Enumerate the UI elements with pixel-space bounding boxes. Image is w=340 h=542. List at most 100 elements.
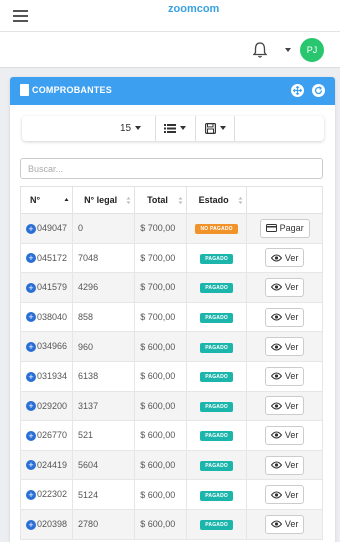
expand-row-icon[interactable]: + xyxy=(26,371,36,382)
document-icon xyxy=(20,84,29,96)
cell-total: $ 700,00 xyxy=(134,213,187,244)
cell-total: $ 600,00 xyxy=(134,420,187,451)
expand-row-icon[interactable]: + xyxy=(26,401,36,412)
refresh-icon[interactable] xyxy=(312,84,325,97)
row-number: 049047 xyxy=(37,222,68,233)
view-button[interactable]: Ver xyxy=(264,307,305,327)
cell-status: PAGADO xyxy=(185,301,248,333)
eye-icon xyxy=(270,520,282,528)
expand-row-icon[interactable]: + xyxy=(26,519,36,530)
expand-row-icon[interactable]: + xyxy=(26,430,36,441)
column-header-total[interactable]: Total xyxy=(134,186,187,214)
cell-status: PAGADO xyxy=(185,508,248,540)
row-number: 041579 xyxy=(37,282,68,293)
brand-logo[interactable]: zoomcom xyxy=(168,3,220,27)
table-row: +022302 5124 $ 600,00 PAGADO Ver xyxy=(19,479,323,510)
row-number: 045172 xyxy=(37,252,68,263)
table-row: +041579 4296 $ 700,00 PAGADO Ver xyxy=(19,272,323,303)
expand-row-icon[interactable]: + xyxy=(26,341,36,352)
eye-icon xyxy=(270,372,282,380)
panel-title: COMPROBANTES xyxy=(32,85,112,95)
status-badge: NO PAGADO xyxy=(195,224,238,235)
expand-row-icon[interactable]: + xyxy=(26,223,36,234)
row-number: 034966 xyxy=(37,341,68,352)
eye-icon xyxy=(270,461,282,469)
action-label: Ver xyxy=(284,371,299,382)
cell-total: $ 600,00 xyxy=(134,508,187,540)
cell-legal-number: 6138 xyxy=(72,360,136,392)
cell-legal-number: 5124 xyxy=(72,479,136,510)
export-button[interactable] xyxy=(205,116,226,141)
table-row: +026770 521 $ 600,00 PAGADO Ver xyxy=(19,420,323,451)
cell-status: PAGADO xyxy=(185,390,248,422)
cell-actions: Ver xyxy=(246,331,323,362)
action-label: Ver xyxy=(284,400,299,411)
columns-toggle-button[interactable] xyxy=(164,116,186,141)
table-body: +049047 0 $ 700,00 NO PAGADO Pagar +045172 704… xyxy=(19,213,323,540)
view-button[interactable]: Ver xyxy=(264,425,305,445)
view-button[interactable]: Ver xyxy=(264,248,305,268)
expand-row-icon[interactable]: + xyxy=(26,312,36,323)
row-number: 024419 xyxy=(37,459,68,470)
user-bar: PJ xyxy=(0,32,340,68)
toolbar-divider xyxy=(195,116,196,141)
expand-row-icon[interactable]: + xyxy=(26,253,36,264)
row-number: 020398 xyxy=(37,518,68,529)
action-label: Ver xyxy=(284,489,299,500)
table-row: +038040 858 $ 700,00 PAGADO Ver xyxy=(19,301,323,333)
status-badge: PAGADO xyxy=(200,372,233,383)
table-row: +049047 0 $ 700,00 NO PAGADO Pagar xyxy=(19,213,323,244)
column-header-status[interactable]: Estado xyxy=(185,186,248,214)
list-icon xyxy=(164,123,176,133)
toolbar-divider xyxy=(155,116,156,141)
cell-actions: Ver xyxy=(246,390,323,422)
cell-actions: Ver xyxy=(246,479,323,510)
notifications-bell-icon[interactable] xyxy=(252,41,268,59)
user-avatar[interactable]: PJ xyxy=(300,38,324,62)
view-button[interactable]: Ver xyxy=(264,396,305,416)
cell-legal-number: 521 xyxy=(72,420,136,451)
view-button[interactable]: Ver xyxy=(264,455,305,475)
view-button[interactable]: Ver xyxy=(264,337,305,357)
status-badge: PAGADO xyxy=(200,253,233,264)
view-button[interactable]: Ver xyxy=(264,277,305,297)
table-row: +029200 3137 $ 600,00 PAGADO Ver xyxy=(19,390,323,422)
eye-icon xyxy=(270,313,282,321)
logo-text: zoomcom xyxy=(168,3,220,15)
eye-icon xyxy=(270,283,282,291)
expand-row-icon[interactable]: + xyxy=(26,460,36,471)
expand-row-icon[interactable]: + xyxy=(26,489,36,500)
table-toolbar: 15 xyxy=(22,116,324,141)
page-size-select[interactable]: 15 xyxy=(120,116,142,141)
toolbar-divider xyxy=(234,116,235,141)
search-input[interactable] xyxy=(20,158,323,179)
cell-status: NO PAGADO xyxy=(185,213,248,244)
card-icon xyxy=(265,224,277,233)
column-header-number[interactable]: N° xyxy=(19,186,74,214)
cell-total: $ 700,00 xyxy=(134,242,187,274)
eye-icon xyxy=(270,402,282,410)
action-label: Ver xyxy=(284,519,299,530)
cell-status: PAGADO xyxy=(185,479,248,510)
view-button[interactable]: Ver xyxy=(264,514,305,534)
cell-number: +038040 xyxy=(19,301,74,333)
view-button[interactable]: Ver xyxy=(264,485,305,505)
chevron-down-icon xyxy=(135,126,142,131)
cell-status: PAGADO xyxy=(185,242,248,274)
chevron-down-icon xyxy=(180,126,186,131)
cell-actions: Pagar xyxy=(246,213,323,244)
cell-number: +045172 xyxy=(19,242,74,274)
expand-arrows-icon[interactable] xyxy=(291,84,304,97)
view-button[interactable]: Ver xyxy=(264,366,305,386)
panel-header: COMPROBANTES xyxy=(10,77,335,105)
eye-icon xyxy=(270,431,282,439)
cell-total: $ 600,00 xyxy=(134,390,187,422)
expand-row-icon[interactable]: + xyxy=(26,282,36,293)
column-header-legal-number[interactable]: N° legal xyxy=(72,186,136,214)
pay-button[interactable]: Pagar xyxy=(259,218,310,238)
user-menu-caret-icon[interactable] xyxy=(285,48,291,52)
comprobantes-panel: COMPROBANTES 15 Buscar... N° N° legal To… xyxy=(10,77,335,542)
cell-number: +029200 xyxy=(19,390,74,422)
cell-total: $ 600,00 xyxy=(134,360,187,392)
hamburger-menu-icon[interactable] xyxy=(13,10,28,22)
